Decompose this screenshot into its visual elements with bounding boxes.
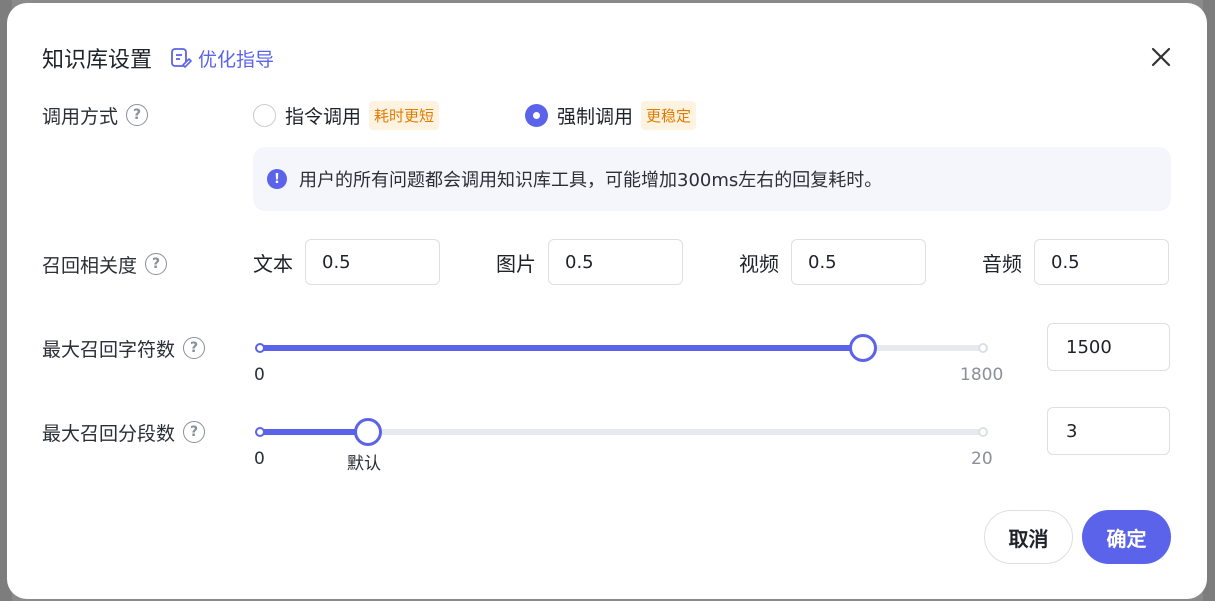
slider-max-label: 20 — [971, 449, 993, 469]
relevance-image-label: 图片 — [496, 251, 536, 276]
slider-min-label: 0 — [254, 365, 265, 385]
relevance-video-input[interactable]: 0.5 — [791, 239, 926, 285]
slider-start-dot — [255, 427, 265, 437]
radio-button-checked[interactable] — [525, 103, 548, 127]
relevance-label-row: 召回相关度 ? — [42, 249, 168, 279]
max-chars-label-row: 最大召回字符数 ? — [42, 333, 206, 363]
confirm-button[interactable]: 确定 — [1082, 510, 1171, 564]
max-segments-input[interactable]: 3 — [1047, 407, 1170, 455]
dialog-title: 知识库设置 — [42, 48, 153, 73]
question-icon[interactable]: ? — [126, 104, 149, 126]
slider-default-label: 默认 — [347, 454, 381, 474]
exclamation-icon: ! — [267, 169, 287, 189]
cancel-button[interactable]: 取消 — [984, 510, 1073, 564]
relevance-label: 召回相关度 — [42, 254, 138, 277]
option-tag: 更稳定 — [641, 100, 697, 130]
max-chars-input[interactable]: 1500 — [1047, 323, 1170, 371]
question-icon[interactable]: ? — [183, 421, 206, 443]
info-notice: ! 用户的所有问题都会调用知识库工具，可能增加300ms左右的回复耗时。 — [253, 147, 1171, 211]
max-segments-slider[interactable] — [255, 418, 988, 446]
dialog-header: 知识库设置 优化指导 — [42, 43, 274, 73]
relevance-text-input[interactable]: 0.5 — [305, 239, 440, 285]
relevance-video: 视频 0.5 — [739, 239, 926, 285]
max-segments-label-row: 最大召回分段数 ? — [42, 417, 206, 447]
relevance-image: 图片 0.5 — [496, 239, 683, 285]
radio-forced-invoke[interactable]: 强制调用 更稳定 — [525, 100, 697, 130]
relevance-image-input[interactable]: 0.5 — [548, 239, 683, 285]
option-tag: 耗时更短 — [369, 100, 440, 130]
relevance-text: 文本 0.5 — [253, 239, 440, 285]
slider-min-label: 0 — [254, 449, 265, 469]
edit-doc-icon — [171, 48, 193, 69]
max-chars-slider[interactable] — [255, 334, 988, 362]
optimize-guide-label: 优化指导 — [198, 48, 275, 71]
optimize-guide-link[interactable]: 优化指导 — [170, 45, 274, 72]
relevance-video-label: 视频 — [739, 251, 779, 276]
question-icon[interactable]: ? — [183, 337, 206, 359]
invoke-mode-label: 调用方式 — [42, 105, 119, 128]
question-icon[interactable]: ? — [145, 253, 168, 275]
relevance-audio: 音频 0.5 — [982, 239, 1169, 285]
radio-command-invoke[interactable]: 指令调用 耗时更短 — [253, 100, 440, 130]
slider-fill — [260, 345, 863, 351]
slider-end-dot — [978, 343, 988, 353]
slider-fill — [260, 429, 369, 435]
radio-label: 指令调用 — [285, 105, 362, 128]
max-segments-label: 最大召回分段数 — [42, 422, 176, 445]
radio-button[interactable] — [253, 103, 276, 127]
info-text: 用户的所有问题都会调用知识库工具，可能增加300ms左右的回复耗时。 — [299, 170, 883, 191]
relevance-text-label: 文本 — [253, 251, 293, 276]
slider-thumb[interactable] — [354, 418, 383, 446]
slider-thumb[interactable] — [848, 334, 877, 362]
close-icon[interactable] — [1149, 45, 1173, 69]
knowledge-base-settings-dialog: 知识库设置 优化指导 调用方式 ? 指令调用 耗时更短 强制调用 更稳定 ! 用… — [7, 3, 1207, 599]
relevance-audio-input[interactable]: 0.5 — [1034, 239, 1169, 285]
slider-start-dot — [255, 343, 265, 353]
slider-end-dot — [978, 427, 988, 437]
invoke-mode-label-row: 调用方式 ? — [42, 100, 149, 130]
relevance-audio-label: 音频 — [982, 251, 1022, 276]
slider-max-label: 1800 — [960, 365, 1004, 385]
max-chars-label: 最大召回字符数 — [42, 338, 176, 361]
radio-label: 强制调用 — [557, 105, 634, 128]
